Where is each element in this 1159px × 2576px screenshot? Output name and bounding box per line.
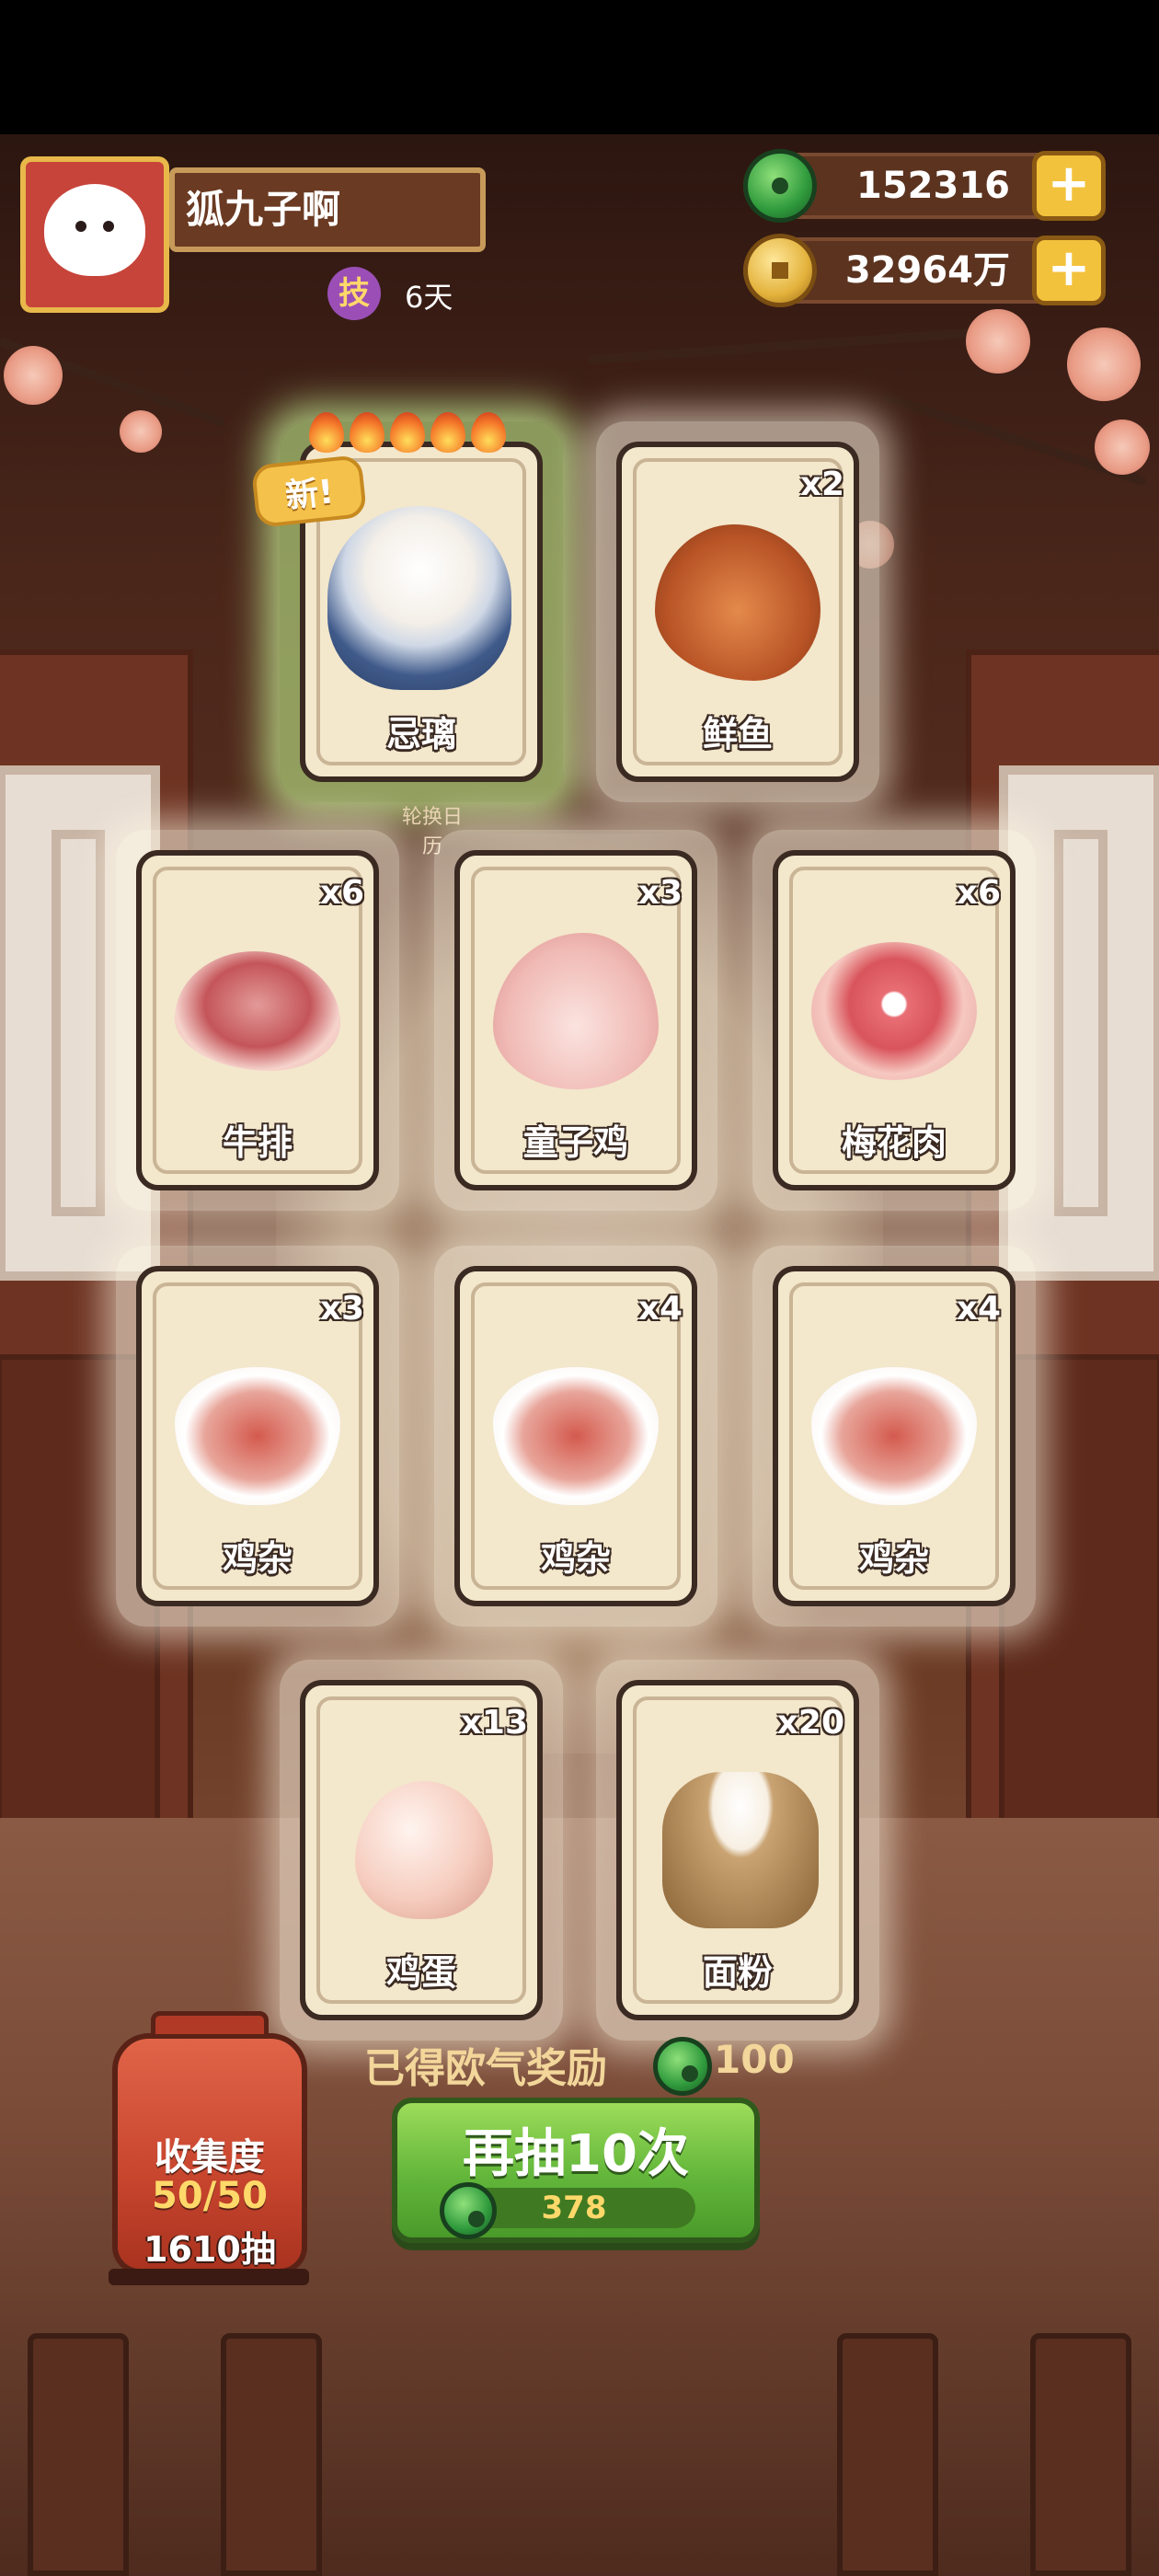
card-count: x3 bbox=[637, 874, 683, 912]
card-count: x3 bbox=[319, 1290, 364, 1328]
card-flour[interactable]: x20 面粉 bbox=[596, 1660, 879, 2041]
card-label: 鸡杂 bbox=[540, 1538, 611, 1579]
card-label: 鸡蛋 bbox=[385, 1952, 456, 1993]
card-offal-2[interactable]: x4 鸡杂 bbox=[434, 1246, 717, 1627]
card-label: 面粉 bbox=[702, 1952, 773, 1993]
skill-icon[interactable]: 技 bbox=[327, 267, 381, 320]
blossom bbox=[1067, 328, 1141, 401]
collection-title: 收集度 bbox=[155, 2136, 265, 2179]
gold-currency: 32964万 + bbox=[743, 234, 1106, 307]
add-jade-button[interactable]: + bbox=[1032, 151, 1106, 221]
railing-post bbox=[221, 2333, 322, 2576]
flour-sack-icon bbox=[662, 1772, 819, 1928]
card-label: 鸡杂 bbox=[222, 1538, 293, 1579]
new-badge: 新! bbox=[250, 454, 368, 529]
railing-post bbox=[28, 2333, 129, 2576]
card-label: 鲜鱼 bbox=[702, 714, 773, 754]
card-count: x2 bbox=[799, 466, 844, 503]
card-pork[interactable]: x6 梅花肉 bbox=[752, 830, 1036, 1211]
card-label: 鸡杂 bbox=[858, 1538, 929, 1579]
branch bbox=[588, 328, 975, 364]
jade-currency: 152316 + bbox=[743, 149, 1106, 223]
card-count: x13 bbox=[460, 1704, 528, 1742]
jade-coin-icon bbox=[743, 149, 817, 223]
status-bar bbox=[0, 0, 1159, 134]
blossom bbox=[966, 309, 1030, 374]
card-fish[interactable]: x2 鲜鱼 bbox=[596, 421, 879, 802]
card-offal-3[interactable]: x4 鸡杂 bbox=[752, 1246, 1036, 1627]
collection-progress: 50/50 bbox=[152, 2175, 268, 2217]
reward-label: 已得欧气奖励 bbox=[364, 2045, 607, 2092]
jade-amount: 152316 bbox=[856, 165, 1010, 207]
player-name: 狐九子啊 bbox=[169, 167, 486, 252]
blossom bbox=[1095, 420, 1150, 475]
card-label: 忌璃 bbox=[385, 714, 456, 754]
reward-value: 100 bbox=[714, 2037, 795, 2082]
collection-lantern-button[interactable]: 收集度 50/50 1610抽 bbox=[112, 2011, 307, 2274]
draw-again-button[interactable]: 再抽10次 378 bbox=[392, 2098, 760, 2243]
railing-post bbox=[837, 2333, 938, 2576]
jade-coin-icon bbox=[653, 2037, 712, 2096]
card-count: x20 bbox=[776, 1704, 844, 1742]
add-gold-button[interactable]: + bbox=[1032, 236, 1106, 305]
card-label: 梅花肉 bbox=[841, 1122, 947, 1163]
card-count: x4 bbox=[956, 1290, 1001, 1328]
card-label: 童子鸡 bbox=[522, 1122, 628, 1163]
character-portrait-icon bbox=[327, 506, 511, 690]
card-egg[interactable]: x13 鸡蛋 bbox=[280, 1660, 563, 2041]
days-count: 6天 bbox=[405, 280, 453, 315]
card-chicken[interactable]: x3 童子鸡 bbox=[434, 830, 717, 1211]
rarity-flames-icon bbox=[309, 412, 506, 453]
card-character[interactable]: 新! 忌璃 bbox=[250, 412, 563, 802]
avatar[interactable] bbox=[20, 156, 169, 313]
card-steak[interactable]: x6 牛排 bbox=[116, 830, 399, 1211]
draw-button-label: 再抽10次 bbox=[463, 2124, 689, 2184]
pork-icon bbox=[811, 942, 977, 1080]
draw-cost-value: 378 bbox=[541, 2190, 607, 2226]
gold-amount: 32964万 bbox=[844, 249, 1010, 292]
gold-coin-icon bbox=[743, 234, 817, 307]
draw-cost: 378 bbox=[440, 2182, 695, 2239]
cat-avatar-icon bbox=[44, 184, 145, 276]
card-count: x6 bbox=[956, 874, 1001, 912]
blossom bbox=[4, 346, 63, 405]
railing-post bbox=[1030, 2333, 1131, 2576]
blossom bbox=[120, 410, 162, 453]
card-count: x6 bbox=[319, 874, 364, 912]
collection-draws: 1610抽 bbox=[143, 2229, 276, 2270]
card-count: x4 bbox=[637, 1290, 683, 1328]
card-label: 牛排 bbox=[222, 1122, 293, 1163]
card-offal-1[interactable]: x3 鸡杂 bbox=[116, 1246, 399, 1627]
lantern-stand bbox=[109, 2269, 309, 2285]
